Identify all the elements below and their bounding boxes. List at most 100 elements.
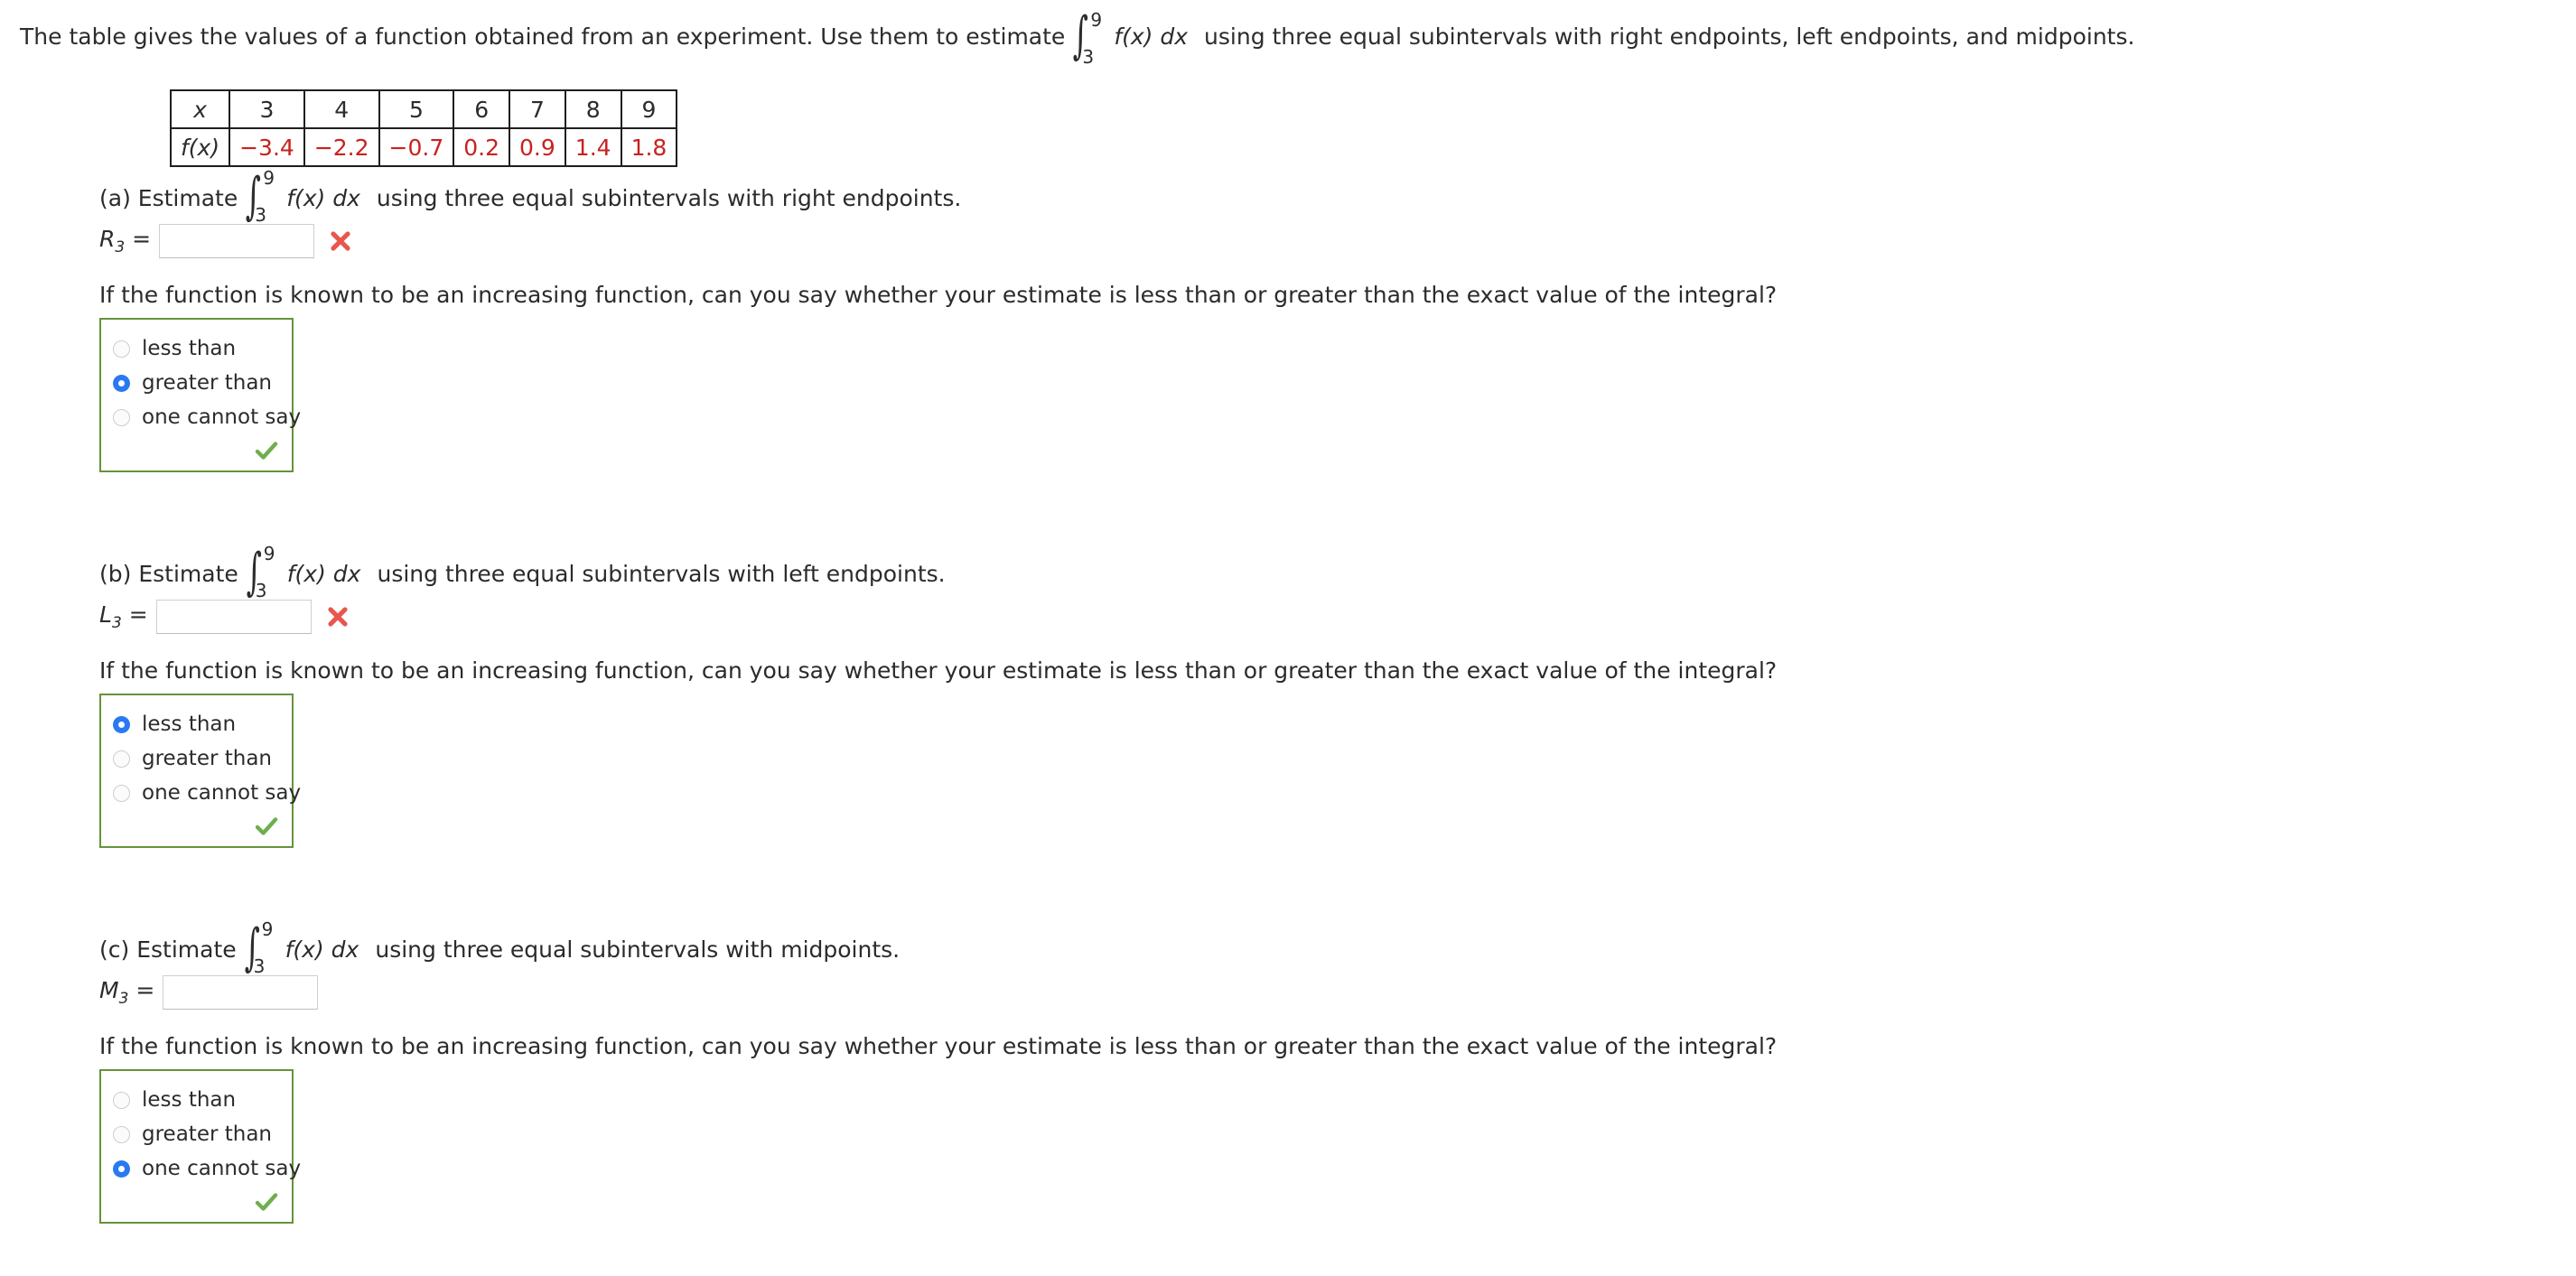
part-c-tail: using three equal subintervals with midp…	[375, 936, 901, 963]
part-c-answer-input[interactable]	[163, 975, 319, 1010]
integral-lower-limit: 3	[255, 204, 266, 226]
part-a: (a) Estimate 9 ∫ 3 f(x) dx using three e…	[99, 167, 1777, 472]
choice-label: less than	[142, 1088, 237, 1112]
integral-upper-limit: 9	[263, 167, 275, 189]
table-cell-fx-4: 0.9	[509, 127, 566, 167]
variable-subscript: 3	[115, 238, 126, 256]
choice-label: one cannot say	[142, 1157, 302, 1180]
radio-button-unselected[interactable]	[113, 784, 130, 802]
part-c-prompt: (c) Estimate 9 ∫ 3 f(x) dx using three e…	[99, 918, 1777, 977]
integral-lower-limit: 3	[255, 580, 267, 601]
part-b-integral: 9 ∫ 3 f(x) dx	[244, 543, 361, 601]
table-cell-x-0: 3	[229, 89, 305, 129]
choice-label: one cannot say	[142, 781, 302, 805]
part-b-tail: using three equal subintervals with left…	[377, 560, 946, 587]
integral-symbol: 9 ∫ 3	[1070, 9, 1102, 68]
integral-expression: 9 ∫ 3 f(x) dx	[1070, 9, 1189, 68]
problem-statement-intro: The table gives the values of a function…	[20, 23, 1066, 50]
table-cell-x-4: 7	[509, 89, 566, 129]
part-c-choice-status	[101, 1186, 292, 1216]
table-cell-x-2: 5	[378, 89, 455, 129]
part-a-variable-label: R3 =	[99, 226, 151, 256]
radio-button-unselected[interactable]	[113, 340, 130, 358]
part-a-choice-greater-than[interactable]: greater than	[101, 366, 292, 400]
part-c-answer-row: M3 =	[99, 975, 1777, 1010]
part-a-prompt: (a) Estimate 9 ∫ 3 f(x) dx using three e…	[99, 167, 1777, 226]
table-cell-fx-0: −3.4	[229, 127, 305, 167]
part-c-choice-less-than[interactable]: less than	[101, 1083, 292, 1117]
part-c-choice-greater-than[interactable]: greater than	[101, 1117, 292, 1151]
part-b-answer-row: L3 =	[99, 600, 1777, 634]
table-cell-x-5: 8	[564, 89, 622, 129]
integrand-expression: f(x) dx	[1114, 23, 1189, 50]
part-c-integral: 9 ∫ 3 f(x) dx	[242, 918, 359, 977]
part-a-label: (a) Estimate	[99, 184, 238, 211]
variable-subscript: 3	[111, 614, 122, 632]
integral-symbol: 9 ∫ 3	[243, 167, 275, 226]
radio-button-selected[interactable]	[113, 374, 130, 392]
part-c-variable-label: M3 =	[99, 977, 154, 1008]
choice-label: greater than	[142, 371, 272, 395]
problem-statement-tail: using three equal subintervals with righ…	[1204, 23, 2135, 50]
part-b-label: (b) Estimate	[99, 560, 238, 587]
integral-lower-limit: 3	[253, 955, 266, 977]
part-c-subquestion: If the function is known to be an increa…	[99, 1033, 1778, 1059]
variable-symbol: M	[99, 977, 119, 1003]
part-b-subquestion: If the function is known to be an increa…	[99, 657, 1778, 684]
variable-symbol: L	[99, 601, 112, 628]
radio-button-unselected[interactable]	[113, 750, 130, 768]
part-b-prompt: (b) Estimate 9 ∫ 3 f(x) dx using three e…	[99, 543, 1777, 601]
part-b-choice-less-than[interactable]: less than	[101, 707, 292, 741]
equals-sign: =	[128, 601, 148, 628]
x-mark-icon	[329, 229, 352, 253]
part-a-integral: 9 ∫ 3 f(x) dx	[243, 167, 360, 226]
choice-label: one cannot say	[142, 405, 302, 429]
radio-button-selected[interactable]	[113, 715, 130, 733]
choice-label: less than	[142, 713, 237, 736]
integral-upper-limit: 9	[261, 918, 274, 940]
part-b-choice-one-cannot-say[interactable]: one cannot say	[101, 776, 301, 810]
integral-upper-limit: 9	[1090, 9, 1103, 31]
integrand-expression: f(x) dx	[285, 936, 359, 963]
part-a-answer-input[interactable]	[159, 224, 315, 258]
table-cell-fx-6: 1.8	[620, 127, 678, 167]
table-cell-fx-3: 0.2	[453, 127, 511, 167]
row-header-x: x	[169, 89, 231, 129]
choice-label: greater than	[142, 747, 272, 770]
integral-symbol: 9 ∫ 3	[242, 918, 273, 977]
check-mark-icon	[254, 1189, 279, 1215]
integrand-expression: f(x) dx	[286, 560, 361, 587]
table-row-x: x 3 4 5 6 7 8 9	[169, 89, 678, 129]
part-c-choice-group: less than greater than one cannot say	[99, 1069, 301, 1224]
part-b-choice-greater-than[interactable]: greater than	[101, 741, 292, 776]
variable-symbol: R	[99, 226, 116, 252]
variable-subscript: 3	[118, 990, 129, 1008]
part-a-choice-less-than[interactable]: less than	[101, 331, 292, 366]
table-cell-x-1: 4	[303, 89, 380, 129]
radio-button-unselected[interactable]	[113, 1091, 130, 1109]
part-a-choice-status	[101, 434, 292, 465]
part-c: (c) Estimate 9 ∫ 3 f(x) dx using three e…	[99, 918, 1778, 1224]
table-cell-x-6: 9	[620, 89, 678, 129]
table-cell-x-3: 6	[453, 89, 511, 129]
part-b-variable-label: L3 =	[99, 601, 148, 632]
integral-symbol: 9 ∫ 3	[244, 543, 275, 601]
integrand-expression: f(x) dx	[286, 184, 360, 211]
table-cell-fx-5: 1.4	[564, 127, 622, 167]
problem-statement: The table gives the values of a function…	[20, 9, 2135, 68]
radio-button-selected[interactable]	[113, 1160, 130, 1178]
part-c-choice-one-cannot-say[interactable]: one cannot say	[101, 1151, 301, 1186]
choice-label: greater than	[142, 1122, 272, 1146]
part-a-choice-one-cannot-say[interactable]: one cannot say	[101, 400, 301, 434]
part-b-answer-input[interactable]	[155, 600, 312, 634]
table-cell-fx-1: −2.2	[303, 127, 380, 167]
table-cell-fx-2: −0.7	[378, 127, 455, 167]
radio-button-unselected[interactable]	[113, 1125, 130, 1143]
radio-button-unselected[interactable]	[113, 408, 130, 426]
check-mark-icon	[254, 814, 279, 839]
part-a-tail: using three equal subintervals with righ…	[376, 184, 962, 211]
function-values-table: x 3 4 5 6 7 8 9 f(x) −3.4 −2.2 −0.7 0.2 …	[169, 89, 678, 167]
problem-page: The table gives the values of a function…	[0, 0, 2576, 1276]
equals-sign: =	[132, 226, 152, 252]
integral-lower-limit: 3	[1082, 46, 1095, 68]
